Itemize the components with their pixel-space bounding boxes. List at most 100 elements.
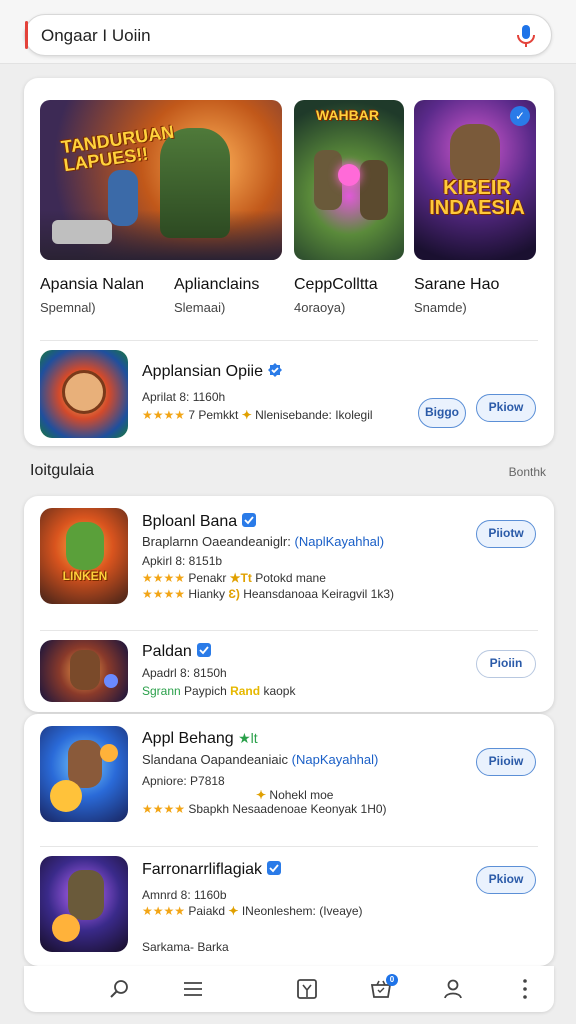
app-rating-line-1: ★★★★ Penakr ★Tt Potokd mane <box>142 571 326 585</box>
rating-more: Heansdanoaa Keiragvil 1k3) <box>243 587 395 601</box>
featured-subtitle: 4oraoya) <box>294 300 346 315</box>
rating-label: Sgrann <box>142 684 181 698</box>
featured-item-1[interactable]: TANDURUAN LAPUES!! Apansia Nalan Spemnal… <box>40 100 282 315</box>
featured-subtitle: Snamde) <box>414 300 467 315</box>
rating-more: INeonleshem: (Iveaye) <box>241 904 363 918</box>
featured-item-3[interactable]: WAHBAR CeppColltta 4oraoya) <box>294 100 404 315</box>
list-icon[interactable] <box>180 976 206 1002</box>
award-text: Nohekl moe <box>269 788 334 802</box>
highlight-app-meta: Aprilat 8: 1160h <box>142 390 226 404</box>
list-item[interactable]: Paldan Apadrl 8: 8150h Sgrann Paypich Ra… <box>40 640 538 704</box>
featured-item-4[interactable]: KIBEIR INDAESIA ✓ Sarane Hao Snamde) <box>414 100 536 315</box>
install-button[interactable]: Pkiow <box>476 394 536 422</box>
secondary-button[interactable]: Biggo <box>418 398 466 428</box>
app-name: Appl Behang ★lt <box>142 730 258 748</box>
award-icon: ✦ <box>228 904 239 918</box>
featured-art-3[interactable]: KIBEIR INDAESIA ✓ <box>414 100 536 260</box>
highlight-app-row[interactable]: Applansian Opiie Aprilat 8: 1160h ★★★★ 7… <box>40 350 538 438</box>
app-rating-line-1: ★★★★ Paiakd ✦ INeonleshem: (Iveaye) <box>142 904 363 918</box>
person-icon[interactable] <box>440 976 466 1002</box>
rating-text: Penakr <box>188 571 227 585</box>
verified-badge-icon <box>267 363 282 377</box>
nav-search[interactable] <box>106 976 132 1002</box>
app-icon[interactable]: LINKEN <box>40 508 128 604</box>
search-bar[interactable]: Ongaar I Uoiin <box>24 14 552 56</box>
app-rating-line-2: ★★★★ Hianky Ɛ) Heansdanoaa Keiragvil 1k3… <box>142 587 394 601</box>
bottom-nav: 0 <box>24 966 554 1012</box>
featured-art-1[interactable]: TANDURUAN LAPUES!! <box>40 100 282 260</box>
app-title: Paldan <box>142 643 192 660</box>
app-icon[interactable] <box>40 640 128 702</box>
rating-text: Hianky <box>188 587 226 601</box>
divider <box>40 846 538 847</box>
app-desc-link[interactable]: (NaplKayahhal) <box>295 534 385 549</box>
list-item[interactable]: LINKEN Bploanl Bana Braplarnn Oaeandeani… <box>40 508 538 604</box>
rating-text: Paypich <box>184 684 227 698</box>
rating-stars: ★★★★ <box>142 904 186 918</box>
featured-title: Aplianclains <box>174 276 260 293</box>
featured-subtitle: Spemnal) <box>40 300 96 315</box>
app-name: Paldan <box>142 642 212 661</box>
featured-title: Apansia Nalan <box>40 276 145 293</box>
install-button[interactable]: Pioiin <box>476 650 536 678</box>
divider <box>40 340 538 341</box>
app-desc-text: Slandana Oapandeaniaic <box>142 752 289 767</box>
more-vert-icon[interactable] <box>512 976 538 1002</box>
search-icon[interactable] <box>106 976 132 1002</box>
verified-badge-icon <box>196 643 211 657</box>
app-title: Bploanl Bana <box>142 513 238 530</box>
featured-title: CeppColltta <box>294 276 378 293</box>
app-meta: Apniore: P7818 <box>142 774 225 788</box>
list-item[interactable]: Appl Behang ★lt Slandana Oapandeaniaic (… <box>40 726 538 822</box>
nav-account[interactable] <box>440 976 466 1002</box>
nav-more[interactable] <box>512 976 538 1002</box>
top-bar: Ongaar I Uoiin <box>0 0 576 64</box>
app-description: Slandana Oapandeaniaic (NapKayahhal) <box>142 752 378 767</box>
nav-apps[interactable] <box>294 976 320 1002</box>
app-name: Farronarrliflagiak <box>142 860 282 879</box>
nav-cart[interactable]: 0 <box>368 974 398 1002</box>
rating-stars: ★★★★ <box>142 587 186 601</box>
app-meta: Apkirl 8: 8151b <box>142 554 223 568</box>
install-button[interactable]: Piioiw <box>476 748 536 776</box>
install-button[interactable]: Pkiow <box>476 866 536 894</box>
see-more-link[interactable]: Bonthk <box>509 465 546 479</box>
rating-more: Potokd mane <box>255 571 326 585</box>
nav-list[interactable] <box>180 976 206 1002</box>
app-list-card: LINKEN Bploanl Bana Braplarnn Oaeandeani… <box>24 496 554 712</box>
featured-art-2[interactable]: WAHBAR <box>294 100 404 260</box>
app-name: Bploanl Bana <box>142 512 257 531</box>
app-name-extra: ★lt <box>238 730 258 746</box>
list-item[interactable]: Farronarrliflagiak Amnrd 8: 1160b ★★★★ P… <box>40 856 538 956</box>
highlight-app-title: Applansian Opiie <box>142 363 263 380</box>
app-list-card: Appl Behang ★lt Slandana Oapandeaniaic (… <box>24 714 554 966</box>
app-rating-line-1: ★★★★ Sbapkh Nesaadenoae Keonyak 1H0) <box>142 802 387 816</box>
microphone-icon[interactable] <box>515 24 537 48</box>
highlight-app-icon[interactable] <box>40 350 128 438</box>
app-award-line: ✦ Nohekl moe <box>256 788 333 802</box>
app-desc-text: Braplarnn Oaeandeaniglr: <box>142 534 291 549</box>
check-badge-icon: ✓ <box>510 106 530 126</box>
award-badge: Rand <box>230 684 261 698</box>
featured-subtitle: Slemaai) <box>174 300 226 315</box>
section-title: Ioitgulaia <box>30 462 95 479</box>
search-query[interactable]: Ongaar I Uoiin <box>41 26 151 46</box>
rating-text: Sbapkh <box>188 802 230 816</box>
app-meta: Apadrl 8: 8150h <box>142 666 227 680</box>
highlight-app-name: Applansian Opiie <box>142 362 283 381</box>
award-badge: Ɛ) <box>228 587 240 601</box>
app-icon[interactable] <box>40 726 128 822</box>
award-badge: ★Tt <box>229 571 252 585</box>
rating-more: Nesaadenoae Keonyak 1H0) <box>232 802 387 816</box>
app-icon[interactable] <box>40 856 128 952</box>
box-icon[interactable] <box>294 976 320 1002</box>
install-button[interactable]: Piiotw <box>476 520 536 548</box>
rating-text: 7 Pemkkt <box>188 408 239 422</box>
divider <box>40 630 538 631</box>
verified-badge-icon <box>267 861 282 875</box>
app-title: Appl Behang <box>142 730 234 747</box>
app-desc-link[interactable]: (NapKayahhal) <box>292 752 379 767</box>
rating-text: Paiakd <box>188 904 226 918</box>
app-icon-text: LINKEN <box>62 569 108 583</box>
verified-badge-icon <box>242 513 257 527</box>
